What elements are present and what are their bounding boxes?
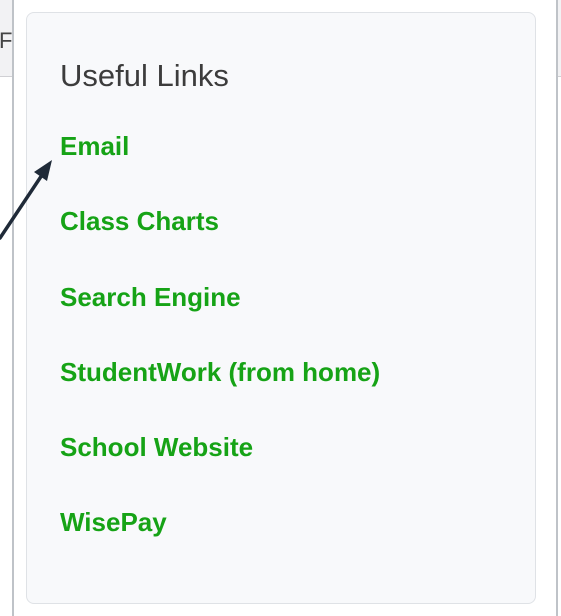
link-item-email: Email [60, 133, 129, 160]
class-charts-link[interactable]: Class Charts [60, 206, 219, 236]
useful-links-dropdown: Useful Links Email Class Charts Search E… [12, 0, 558, 616]
link-item-school-website: School Website [60, 434, 253, 461]
link-item-search-engine: Search Engine [60, 284, 241, 311]
search-engine-link[interactable]: Search Engine [60, 282, 241, 312]
link-item-studentwork: StudentWork (from home) [60, 359, 380, 386]
link-item-class-charts: Class Charts [60, 208, 219, 235]
link-item-wisepay: WisePay [60, 509, 167, 536]
wisepay-link[interactable]: WisePay [60, 507, 167, 537]
useful-links-title: Useful Links [60, 58, 229, 93]
useful-links-card: Useful Links Email Class Charts Search E… [26, 12, 536, 604]
email-link[interactable]: Email [60, 131, 129, 161]
school-website-link[interactable]: School Website [60, 432, 253, 462]
studentwork-link[interactable]: StudentWork (from home) [60, 357, 380, 387]
